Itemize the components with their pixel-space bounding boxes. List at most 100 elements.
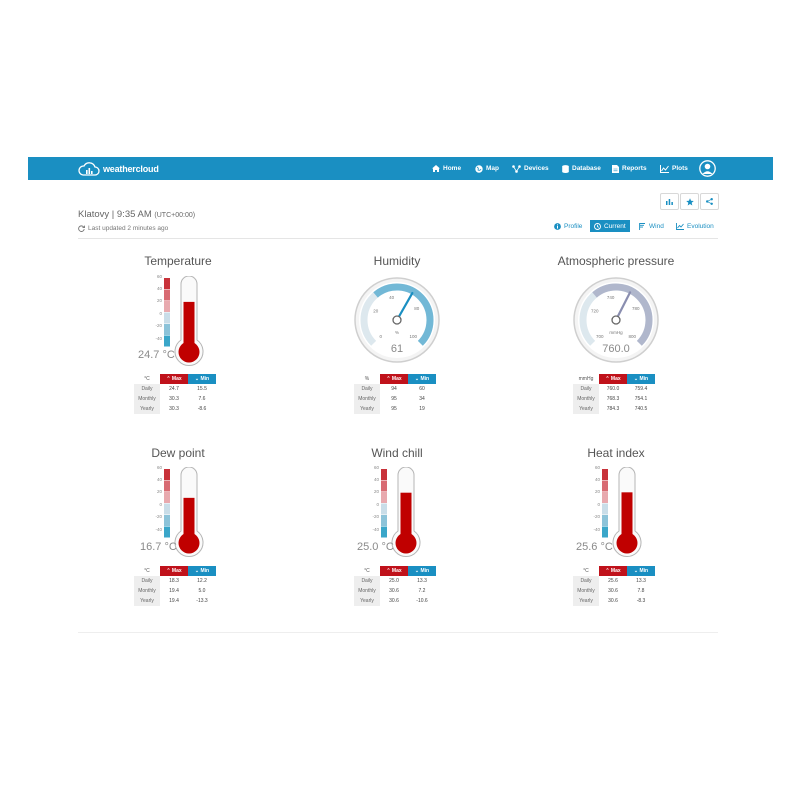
scale-tick: -40 [372, 527, 379, 532]
share-button[interactable] [700, 193, 719, 210]
yearly-min: -8.6 [197, 406, 207, 412]
panel-title: Dew point [151, 446, 205, 460]
tab-evolution[interactable]: Evolution [672, 220, 718, 232]
daily-max: 25.0 [389, 578, 399, 584]
scale-tick: -20 [155, 514, 162, 519]
yearly-max: 784.3 [606, 406, 620, 412]
row-label: Yearly [354, 404, 380, 414]
favorite-button[interactable] [680, 193, 699, 210]
mercury-bulb [395, 532, 417, 554]
yearly-max: 19.4 [169, 598, 179, 604]
tab-wind-label: Wind [649, 222, 664, 230]
unit-label: °C [144, 568, 150, 574]
logo[interactable]: weathercloud [78, 160, 159, 177]
unit-label: °C [144, 376, 150, 382]
min-header: ⌄ Min [188, 374, 216, 384]
stats-button[interactable] [660, 193, 679, 210]
yearly-max: 30.6 [608, 598, 618, 604]
scale-band [164, 503, 170, 515]
gauge-tick-label: 780 [632, 306, 640, 311]
monthly-min: 754.1 [634, 396, 648, 402]
gauge-tick-label: 80 [414, 306, 420, 311]
current-value: 61 [390, 343, 404, 355]
scale-tick: 40 [156, 477, 162, 482]
share-icon [706, 198, 713, 205]
tab-profile[interactable]: Profile [550, 220, 586, 232]
row-label: Yearly [573, 404, 599, 414]
tab-wind[interactable]: Wind [635, 220, 668, 232]
scale-band [602, 503, 608, 515]
min-header: ⌄ Min [188, 566, 216, 576]
scale-band [164, 515, 170, 526]
maxmin-table: °C ⌃ Max ⌄ Min Daily 24.7 15.5 Monthly 30.3… [134, 374, 216, 414]
cloud-logo-icon [78, 162, 100, 176]
nav-reports[interactable]: Reports [612, 157, 647, 180]
nav-plots[interactable]: Plots [660, 157, 688, 180]
row-label: Yearly [134, 596, 160, 606]
tab-current[interactable]: Current [590, 220, 630, 232]
scale-tick: 40 [156, 286, 162, 291]
row-label: Yearly [134, 404, 160, 414]
gauge-tick-label: 700 [596, 334, 604, 339]
nav-database-label: Database [572, 165, 601, 172]
min-header: ⌄ Min [408, 374, 436, 384]
mercury-column [400, 492, 412, 537]
chart-icon [660, 164, 669, 173]
daily-min: 15.5 [197, 386, 207, 392]
nav-map-label: Map [486, 165, 499, 172]
current-value: 24.7 °C [138, 349, 175, 361]
database-icon [562, 164, 569, 173]
scale-band [381, 480, 387, 492]
gauge-hub [611, 315, 621, 325]
nav-home[interactable]: Home [432, 157, 461, 180]
min-header-label: Min [639, 376, 649, 382]
row-label: Yearly [354, 596, 380, 606]
yearly-min: -13.3 [196, 598, 208, 604]
max-header: ⌃ Max [160, 566, 188, 576]
max-header-label: Max [171, 376, 182, 382]
gauge-tick-label: 800 [629, 334, 637, 339]
monthly-min: 7.6 [198, 396, 206, 402]
top-navbar: weathercloud Home Map Devices Database R… [28, 157, 773, 180]
scale-tick: -20 [593, 514, 600, 519]
min-header-label: Min [200, 376, 210, 382]
scale-tick: 0 [159, 502, 162, 507]
gauge-tick-label: 40 [389, 295, 395, 300]
monthly-max: 95 [391, 396, 397, 402]
max-header-label: Max [391, 568, 402, 574]
nav-reports-label: Reports [622, 165, 647, 172]
maxmin-table: mmHg ⌃ Max ⌄ Min Daily 760.0 759.4 Monthly… [573, 374, 655, 414]
nav-plots-label: Plots [672, 165, 688, 172]
unit-label: °C [364, 568, 370, 574]
min-header-label: Min [420, 376, 430, 382]
scale-band [381, 526, 387, 538]
gauge-tick-label: 20 [373, 309, 379, 314]
scale-tick: 60 [594, 465, 600, 470]
nav-database[interactable]: Database [562, 157, 601, 180]
scale-tick: 0 [597, 502, 600, 507]
yearly-min: 740.5 [634, 406, 648, 412]
row-label: Monthly [134, 586, 160, 596]
daily-max: 18.3 [169, 578, 179, 584]
scale-tick: 40 [373, 477, 379, 482]
scale-tick: 60 [156, 274, 162, 279]
mercury-bulb [178, 532, 200, 554]
row-label: Monthly [354, 394, 380, 404]
nav-devices[interactable]: Devices [512, 157, 549, 180]
row-label: Daily [573, 384, 599, 394]
clock-icon [594, 222, 601, 230]
nav-map[interactable]: Map [475, 157, 499, 180]
user-avatar-icon[interactable] [699, 160, 716, 177]
current-value: 16.7 °C [140, 541, 177, 553]
row-label: Daily [134, 384, 160, 394]
scale-tick: 40 [594, 477, 600, 482]
min-header-label: Min [200, 568, 210, 574]
scale-band [381, 503, 387, 515]
monthly-min: 34 [419, 396, 425, 402]
scale-tick: 20 [156, 489, 162, 494]
maxmin-table: °C ⌃ Max ⌄ Min Daily 25.6 13.3 Monthly 30.6… [573, 566, 655, 606]
scale-band [602, 526, 608, 538]
scale-tick: 20 [156, 298, 162, 303]
panel-title: Atmospheric pressure [557, 254, 675, 268]
min-header: ⌄ Min [627, 566, 655, 576]
